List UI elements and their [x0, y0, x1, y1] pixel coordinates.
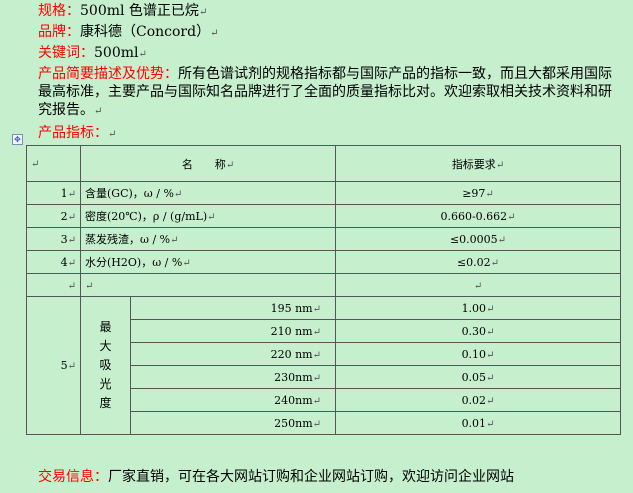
brand-line: 品牌：康科德（Concord）↵	[38, 23, 218, 43]
row-number: 1↵	[26, 181, 81, 205]
wavelength-cell: 210 nm↵	[129, 319, 337, 343]
description-paragraph: 产品简要描述及优势：所有色谱试剂的规格指标都与国际产品的指标一致，而且大都采用国…	[38, 65, 624, 121]
description-label: 产品简要描述及优势：	[38, 66, 178, 82]
spec-line: 规格：500ml 色谱正已烷↵	[38, 2, 207, 22]
absorbance-value: 0.30↵	[335, 319, 622, 343]
header-requirement-cell: 指标要求↵	[335, 145, 622, 182]
spec-table: ↵ 名 称↵ 指标要求↵ 1↵ 含量(GC)，ω / %↵ ≥97↵ 2↵ 密度…	[26, 145, 622, 435]
spec-label: 规格：	[38, 3, 80, 19]
spec-value: 500ml 色谱正已烷	[80, 3, 199, 19]
table-row: 1↵ 含量(GC)，ω / %↵ ≥97↵	[26, 181, 622, 205]
wavelength-cell: 240nm↵	[129, 388, 337, 412]
row-name: 水分(H2O)，ω / %↵	[79, 250, 337, 274]
table-row: 2↵ 密度(20℃)，ρ / (g/mL)↵ 0.660-0.662↵	[26, 204, 622, 228]
keyword-line: 关键词：500ml↵	[38, 44, 147, 64]
wavelength-cell: 230nm↵	[129, 365, 337, 389]
header-name-cell: 名 称↵	[79, 145, 337, 182]
paragraph-mark-icon: ↵	[210, 28, 219, 39]
table-row: 4↵ 水分(H2O)，ω / %↵ ≤0.02↵	[26, 250, 622, 274]
spec-table-label: 产品指标：	[38, 125, 108, 141]
row-value: ≤0.02↵	[335, 250, 622, 274]
table-row: 3↵ 蒸发残渣，ω / %↵ ≤0.0005↵	[26, 227, 622, 251]
absorbance-row: 5↵ 最 大 吸 光 度 195 nm↵ 1.00↵	[26, 296, 622, 435]
row-number: 2↵	[26, 204, 81, 228]
absorbance-value: 0.05↵	[335, 365, 622, 389]
paragraph-mark-icon: ↵	[198, 7, 208, 18]
absorbance-label: 最 大 吸 光 度	[80, 296, 131, 435]
trade-info-line: 交易信息：厂家直销，可在各大网站订购和企业网站订购，欢迎访问企业网站	[38, 468, 514, 486]
row-value: ↵	[335, 273, 622, 297]
keyword-value: 500ml	[94, 45, 139, 61]
absorbance-value: 0.02↵	[335, 388, 622, 412]
paragraph-mark-icon: ↵	[94, 106, 103, 117]
row-number: 5↵	[26, 296, 81, 435]
row-number: 4↵	[26, 250, 81, 274]
row-name: 密度(20℃)，ρ / (g/mL)↵	[79, 204, 337, 228]
row-number: 3↵	[26, 227, 81, 251]
row-value: 0.660-0.662↵	[335, 204, 622, 228]
row-name: 含量(GC)，ω / %↵	[79, 181, 337, 205]
spec-table-heading: 产品指标：↵	[38, 124, 116, 144]
paragraph-mark-icon: ↵	[108, 129, 117, 140]
paragraph-mark-icon: ↵	[138, 49, 147, 60]
absorbance-value: 0.01↵	[335, 411, 622, 435]
table-header-row: ↵ 名 称↵ 指标要求↵	[26, 145, 622, 182]
row-value: ≥97↵	[335, 181, 622, 205]
row-number: ↵	[26, 273, 81, 297]
wavelength-cell: 220 nm↵	[129, 342, 337, 366]
trade-info-value: 厂家直销，可在各大网站订购和企业网站订购，欢迎访问企业网站	[108, 469, 514, 485]
keyword-label: 关键词：	[38, 45, 94, 61]
trade-info-label: 交易信息：	[38, 469, 108, 485]
row-value: ≤0.0005↵	[335, 227, 622, 251]
table-move-handle-icon[interactable]: ✥	[12, 134, 23, 145]
absorbance-value: 1.00↵	[335, 296, 622, 320]
brand-value: 康科德（Concord）	[80, 24, 211, 40]
brand-label: 品牌：	[38, 24, 80, 40]
row-name: 蒸发残渣，ω / %↵	[79, 227, 337, 251]
header-num-cell: ↵	[26, 145, 81, 182]
row-name: ↵	[79, 273, 337, 297]
table-row-empty: ↵ ↵ ↵	[26, 273, 622, 297]
wavelength-cell: 195 nm↵	[129, 296, 337, 320]
absorbance-value: 0.10↵	[335, 342, 622, 366]
wavelength-cell: 250nm↵	[129, 411, 337, 435]
